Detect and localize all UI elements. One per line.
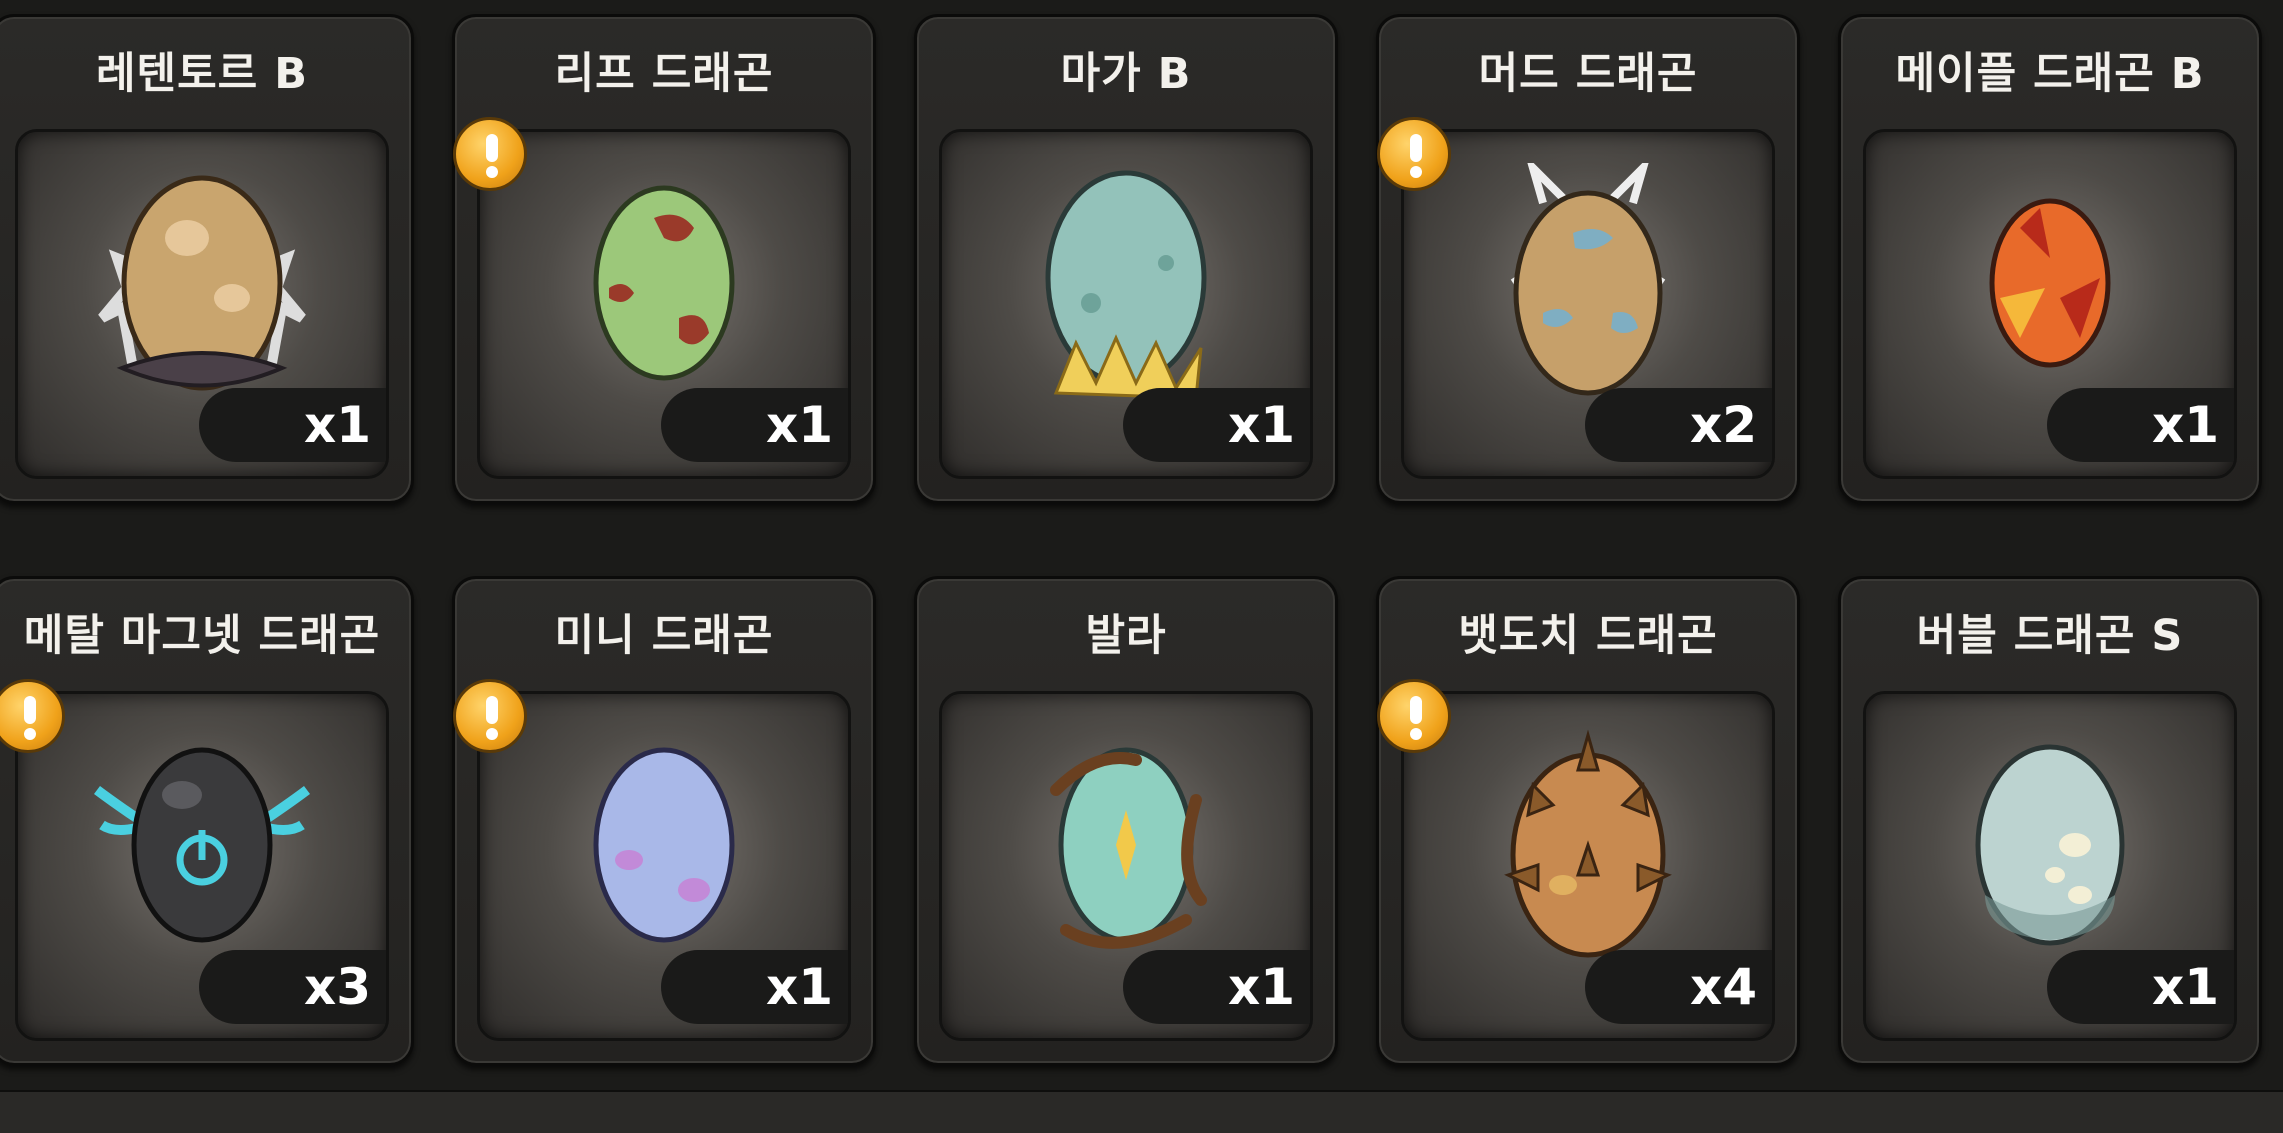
egg-inventory-grid: 레텐토르 B x1 리프 드래곤 x1 마가 B x1 머드 드래곤 x2 메이… [0,0,2283,1131]
bottom-bar [0,1090,2283,1133]
egg-slot: x4 [1401,691,1775,1041]
egg-card-bubble-dragon-s[interactable]: 버블 드래곤 S x1 [1838,576,2262,1066]
egg-slot: x3 [15,691,389,1041]
egg-count-badge: x1 [1123,388,1310,462]
egg-card-mini-dragon[interactable]: 미니 드래곤 x1 [452,576,876,1066]
alert-icon [1377,117,1451,191]
egg-slot: x1 [939,691,1313,1041]
hedgehog-dragon-egg-icon [1504,729,1672,958]
egg-card-retentor-b[interactable]: 레텐토르 B x1 [0,14,414,504]
egg-card-maga-b[interactable]: 마가 B x1 [914,14,1338,504]
maple-dragon-egg-icon [1989,198,2111,368]
bubble-dragon-egg-icon [1975,744,2125,946]
egg-name: 버블 드래곤 S [1916,611,2184,661]
alert-icon [453,679,527,753]
egg-count-badge: x2 [1585,388,1772,462]
egg-name: 메이플 드래곤 B [1895,49,2205,99]
egg-card-maple-dragon-b[interactable]: 메이플 드래곤 B x1 [1838,14,2262,504]
egg-slot: x1 [939,129,1313,479]
retentor-egg-icon [98,175,306,391]
egg-count-badge: x1 [661,950,848,1024]
egg-name: 메탈 마그넷 드래곤 [23,611,381,661]
egg-card-bala[interactable]: 발라 x1 [914,576,1338,1066]
egg-name: 마가 B [1060,49,1192,99]
maga-egg-icon [1045,170,1207,400]
egg-count-badge: x1 [661,388,848,462]
metal-magnet-egg-icon [94,747,310,943]
egg-count-badge: x1 [2047,388,2234,462]
egg-slot: x1 [1863,129,2237,479]
egg-name: 레텐토르 B [96,49,308,99]
egg-count-badge: x1 [2047,950,2234,1024]
egg-card-leaf-dragon[interactable]: 리프 드래곤 x1 [452,14,876,504]
egg-name: 발라 [1085,611,1167,661]
mini-dragon-egg-icon [593,747,735,943]
egg-slot: x2 [1401,129,1775,479]
egg-count-badge: x3 [199,950,386,1024]
leaf-dragon-egg-icon [593,185,735,381]
egg-name: 리프 드래곤 [554,49,774,99]
egg-slot: x1 [477,691,851,1041]
egg-slot: x1 [477,129,851,479]
egg-count-badge: x1 [1123,950,1310,1024]
egg-name: 뱃도치 드래곤 [1458,611,1718,661]
bala-egg-icon [1050,747,1207,950]
egg-card-hedgehog-dragon[interactable]: 뱃도치 드래곤 x4 [1376,576,1800,1066]
egg-count-badge: x4 [1585,950,1772,1024]
egg-name: 머드 드래곤 [1478,49,1698,99]
alert-icon [453,117,527,191]
egg-slot: x1 [1863,691,2237,1041]
egg-count-badge: x1 [199,388,386,462]
alert-icon [1377,679,1451,753]
egg-card-mud-dragon[interactable]: 머드 드래곤 x2 [1376,14,1800,504]
egg-name: 미니 드래곤 [554,611,774,661]
egg-slot: x1 [15,129,389,479]
mud-dragon-egg-icon [1510,163,1666,396]
egg-card-metal-magnet-dragon[interactable]: 메탈 마그넷 드래곤 x3 [0,576,414,1066]
